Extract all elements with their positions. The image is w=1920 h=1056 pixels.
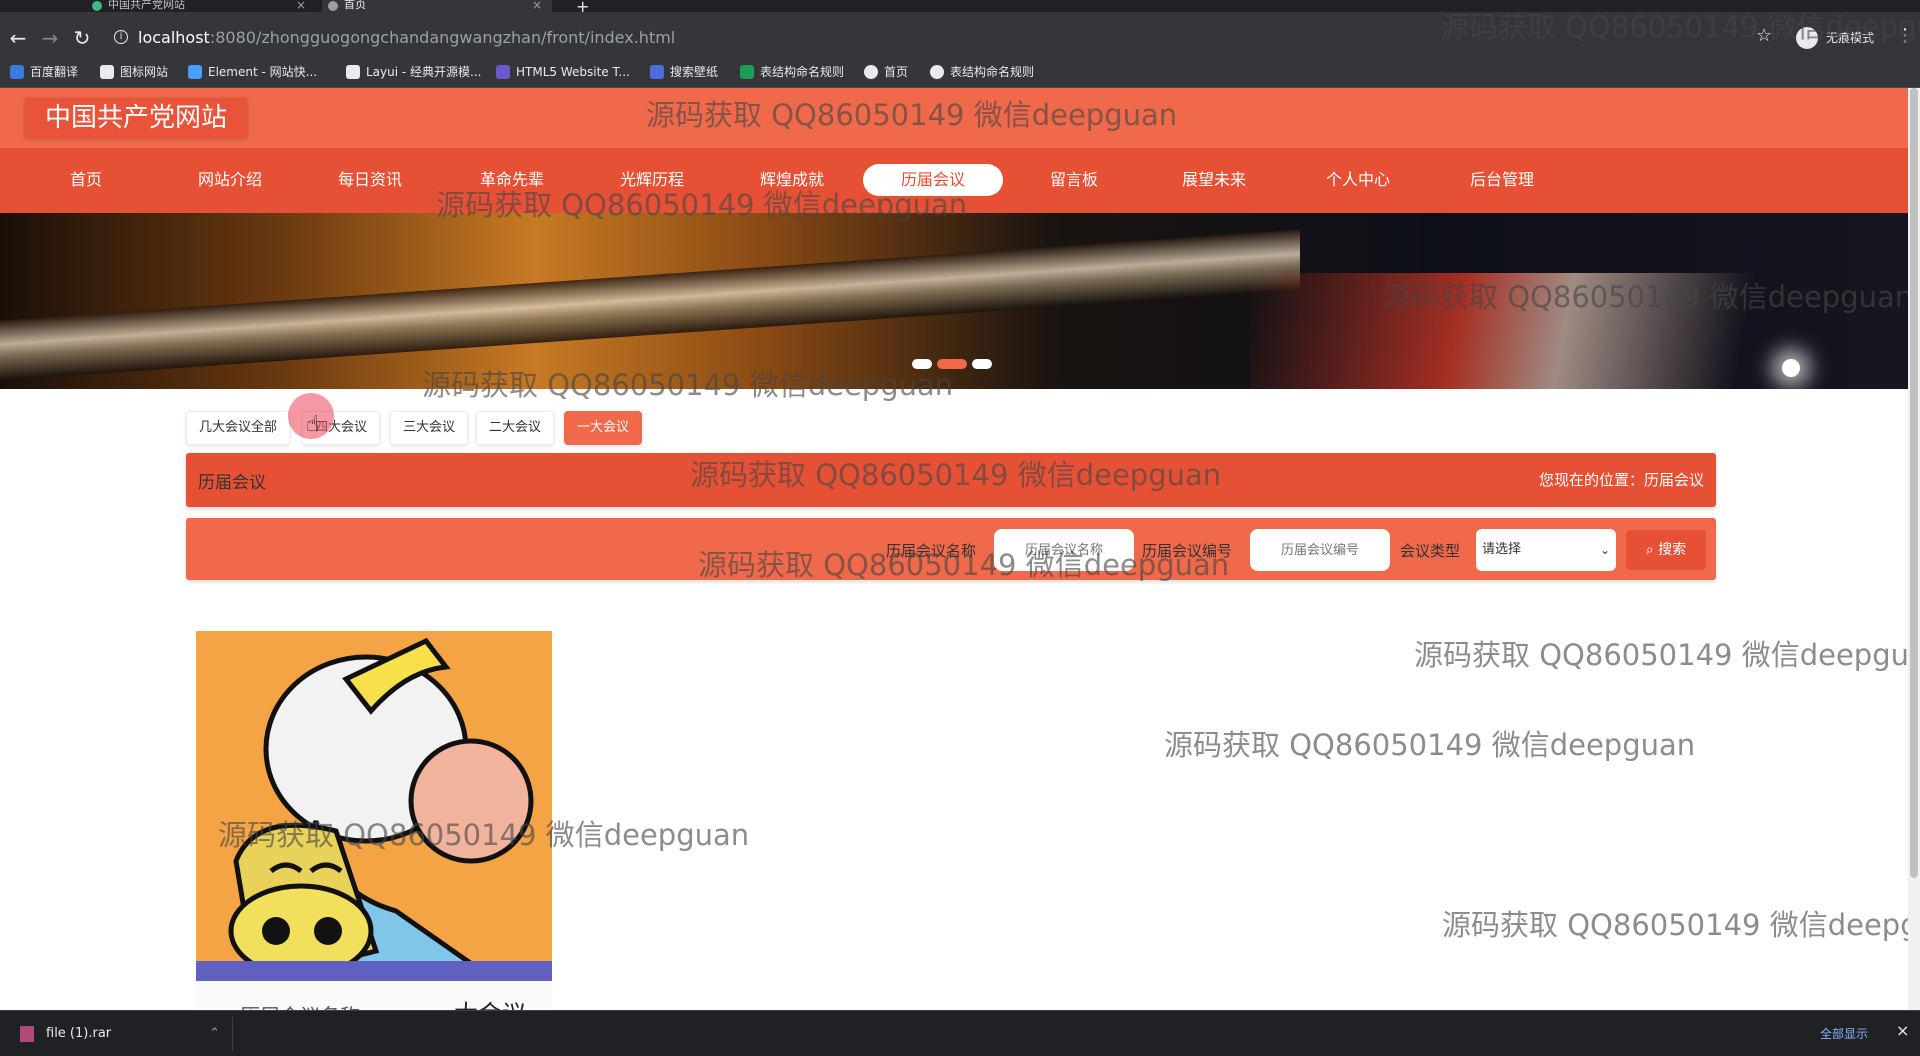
cartoon-illustration <box>196 631 552 981</box>
section-title-bar: 历届会议 您现在的位置：历届会议 <box>186 453 1716 507</box>
code-label: 历届会议编号 <box>1142 542 1233 560</box>
divider <box>232 1017 233 1051</box>
name-search-input[interactable] <box>994 529 1134 571</box>
nav-pioneers[interactable]: 革命先辈 <box>442 164 582 196</box>
bookmark-item[interactable]: 表结构命名规则 <box>930 63 1034 81</box>
bookmark-item[interactable]: 百度翻译 <box>10 63 78 81</box>
layui-icon <box>346 65 360 79</box>
filter-third[interactable]: 三大会议 <box>390 411 469 445</box>
incognito-label: 无痕模式 <box>1826 31 1875 45</box>
banner-carousel[interactable] <box>0 213 1908 389</box>
close-icon[interactable]: × <box>1896 1021 1909 1040</box>
breadcrumb: 您现在的位置：历届会议 <box>1538 471 1704 489</box>
nav-home[interactable]: 首页 <box>16 164 156 196</box>
nav-admin[interactable]: 后台管理 <box>1432 164 1572 196</box>
banner-image-light <box>1782 359 1800 377</box>
nav-future[interactable]: 展望未来 <box>1144 164 1284 196</box>
page-scrollbar[interactable] <box>1908 88 1920 1010</box>
html5-icon <box>496 65 510 79</box>
banner-image-rail <box>0 229 1300 381</box>
code-search-input[interactable] <box>1250 529 1390 571</box>
hand-cursor-icon: ☝ <box>306 412 320 437</box>
bookmark-item[interactable]: 表结构命名规则 <box>740 63 844 81</box>
scrollbar-thumb[interactable] <box>1910 88 1918 878</box>
element-icon <box>188 65 202 79</box>
carousel-dot-active[interactable] <box>937 359 967 369</box>
watermark: 源码获取 QQ86050149 微信deepguan <box>1442 908 1920 942</box>
tab-1-title: 中国共产党网站 <box>108 0 185 11</box>
search-button[interactable]: ⌕ 搜索 <box>1626 530 1706 570</box>
bookmark-icon <box>10 65 24 79</box>
filter-first[interactable]: 一大会议 <box>564 411 643 445</box>
globe-icon <box>930 65 944 79</box>
nav-news[interactable]: 每日资讯 <box>300 164 440 196</box>
menu-icon[interactable]: ⋮ <box>1896 25 1914 46</box>
bookmark-item[interactable]: 首页 <box>864 63 908 81</box>
url-path: :8080/zhongguogongchandangwangzhan/front… <box>209 28 676 47</box>
bookmarks-bar: 百度翻译 图标网站 Element - 网站快... Layui - 经典开源模… <box>0 56 1920 88</box>
incognito-icon <box>1796 27 1818 49</box>
archive-file-icon <box>20 1026 34 1042</box>
tab-strip: 中国共产党网站 × 首页 × + <box>0 0 1920 16</box>
address-bar[interactable]: localhost:8080/zhongguogongchandangwangz… <box>138 27 1793 49</box>
incognito-indicator[interactable]: 无痕模式 <box>1796 27 1874 49</box>
filter-second[interactable]: 二大会议 <box>476 411 555 445</box>
carousel-dot[interactable] <box>972 359 992 369</box>
nav-messages[interactable]: 留言板 <box>1004 164 1144 196</box>
type-select-value: 请选择 <box>1482 542 1522 557</box>
vue-icon <box>92 1 102 11</box>
close-icon[interactable]: × <box>296 0 306 11</box>
type-select[interactable]: 请选择 ⌄ <box>1476 529 1616 571</box>
url-host: localhost <box>138 28 210 47</box>
nav-profile[interactable]: 个人中心 <box>1288 164 1428 196</box>
bookmark-item[interactable]: 搜索壁纸 <box>650 63 718 81</box>
globe-icon <box>864 65 878 79</box>
tab-2[interactable]: 首页 × <box>322 0 552 12</box>
watermark: 源码获取 QQ86050149 微信deepguan <box>1414 638 1920 672</box>
bookmark-item[interactable]: HTML5 Website T... <box>496 63 630 81</box>
filter-all[interactable]: 几大会议全部 <box>186 411 291 445</box>
download-item[interactable]: file (1).rar ⌃ <box>20 1021 220 1047</box>
tab-1[interactable]: 中国共产党网站 × <box>86 0 316 12</box>
section-title: 历届会议 <box>198 473 266 493</box>
nav-history[interactable]: 光辉历程 <box>582 164 722 196</box>
bookmark-item[interactable]: Element - 网站快... <box>188 63 317 81</box>
bookmark-item[interactable]: Layui - 经典开源模... <box>346 63 481 81</box>
chevron-down-icon: ⌄ <box>1599 543 1610 557</box>
search-bar: 历届会议名称 历届会议编号 会议类型 请选择 ⌄ ⌕ 搜索 <box>186 518 1716 580</box>
main-nav: 首页 网站介绍 每日资讯 革命先辈 光辉历程 辉煌成就 历届会议 留言板 展望未… <box>0 148 1908 213</box>
nav-achievements[interactable]: 辉煌成就 <box>722 164 862 196</box>
wallpaper-icon <box>650 65 664 79</box>
show-all-downloads-link[interactable]: 全部显示 <box>1820 1025 1868 1042</box>
nav-meetings[interactable]: 历届会议 <box>863 164 1003 196</box>
chevron-up-icon[interactable]: ⌃ <box>209 1021 220 1047</box>
site-logo[interactable]: 中国共产党网站 <box>25 98 248 138</box>
download-filename: file (1).rar <box>46 1026 112 1041</box>
carousel-dot[interactable] <box>912 359 932 369</box>
close-icon[interactable]: × <box>532 0 542 11</box>
reload-button[interactable]: ↻ <box>68 24 96 52</box>
search-icon: ⌕ <box>1645 542 1654 558</box>
banner-image-lights <box>1250 273 1908 389</box>
globe-icon <box>328 1 338 11</box>
tab-2-title: 首页 <box>344 0 366 11</box>
meeting-card-image[interactable] <box>196 631 552 981</box>
forward-button[interactable]: → <box>36 24 64 52</box>
name-label: 历届会议名称 <box>886 542 977 560</box>
sheet-icon <box>740 65 754 79</box>
watermark: 源码获取 QQ86050149 微信deepguan <box>1164 728 1696 762</box>
download-bar: file (1).rar ⌃ 全部显示 × <box>0 1010 1920 1056</box>
back-button[interactable]: ← <box>4 24 32 52</box>
nav-about[interactable]: 网站介绍 <box>160 164 300 196</box>
flag-icon <box>100 65 114 79</box>
site-header: 中国共产党网站 <box>0 88 1908 148</box>
type-label: 会议类型 <box>1400 542 1461 560</box>
star-icon[interactable]: ☆ <box>1756 25 1772 46</box>
bookmark-item[interactable]: 图标网站 <box>100 63 168 81</box>
info-icon[interactable]: i <box>114 30 128 44</box>
